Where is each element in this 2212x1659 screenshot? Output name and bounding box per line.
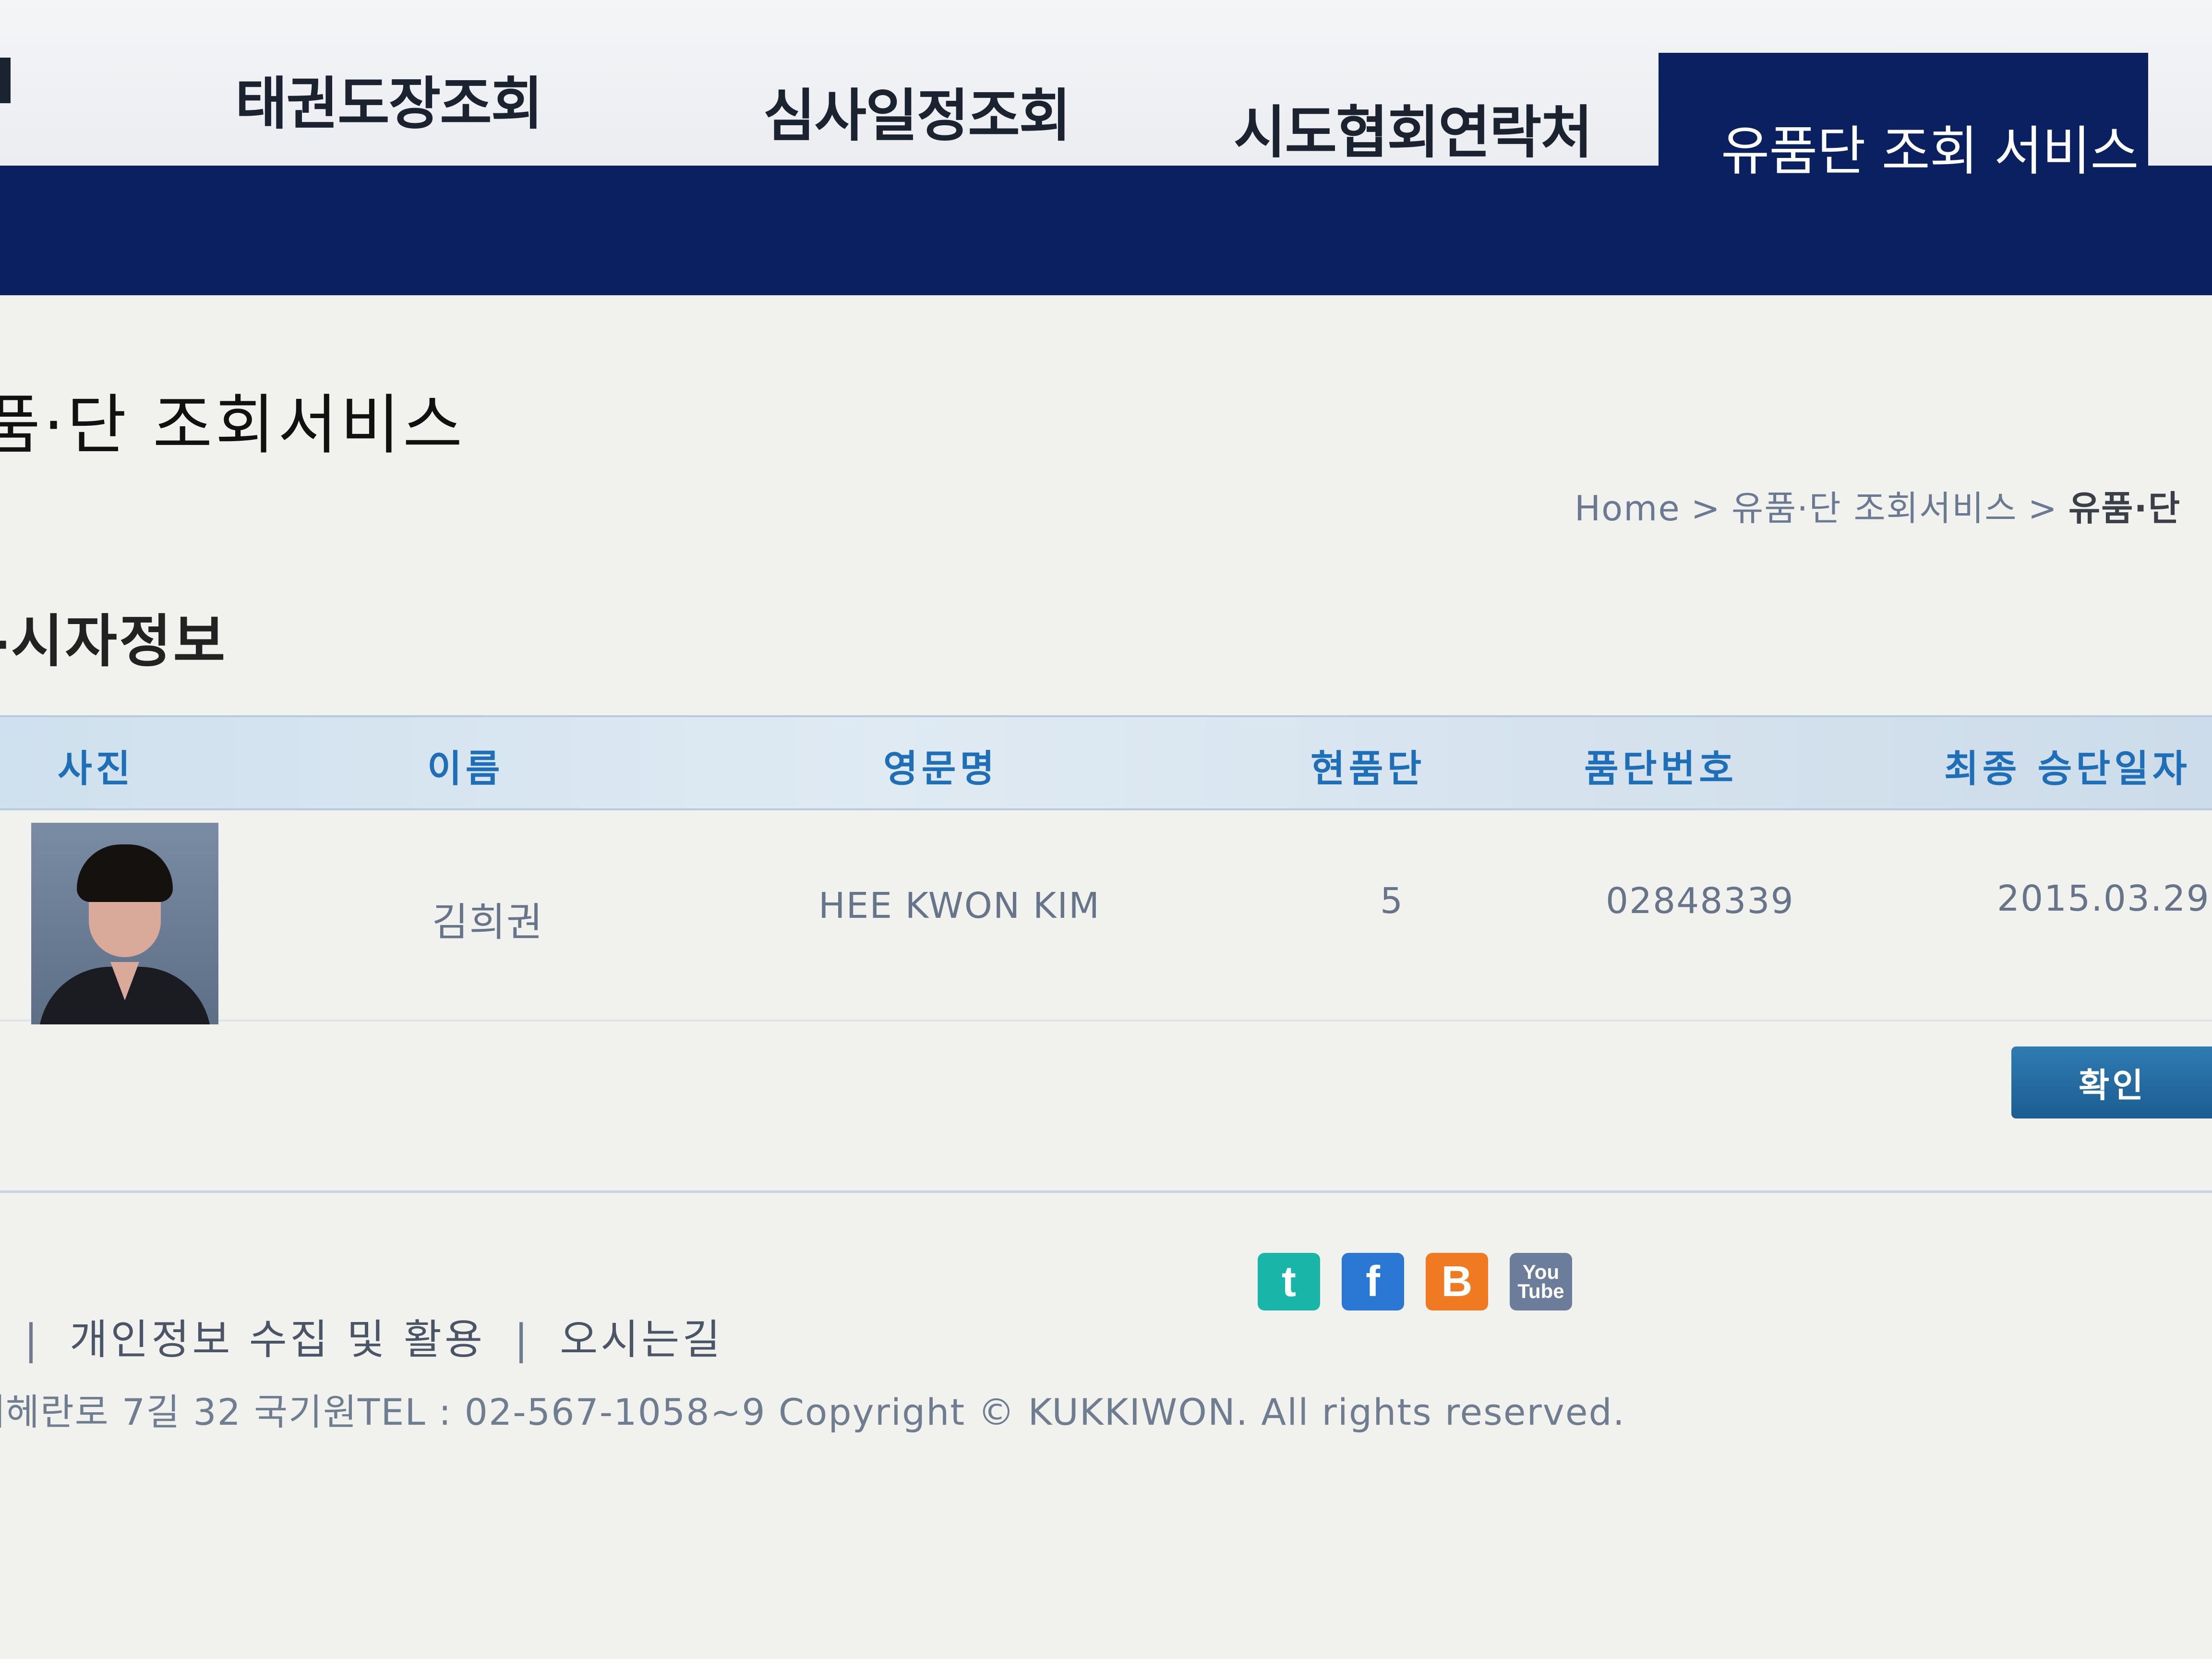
column-header-rank-number: 품단번호 [1584,747,1738,791]
breadcrumb: Home > 유품·단 조회서비스 > 유품·단 [1575,480,2181,530]
cell-english-name: HEE KWON KIM [818,885,1101,926]
column-header-photo: 사진 [58,747,134,791]
footer-separator: | [24,1316,41,1364]
nav-active-label: 유품단 조회 서비스 [1721,120,2139,182]
column-header-name: 이름 [427,747,504,791]
blog-icon[interactable]: B [1426,1253,1488,1310]
confirm-button-label: 확인 [2079,1065,2146,1105]
chevron-right-icon: > [2028,488,2058,529]
nav-item-exam-schedule[interactable]: 심사일정조회 [763,70,1071,152]
youtube-icon[interactable]: You Tube [1510,1253,1572,1310]
section-title: -시자정보 [0,608,228,674]
breadcrumb-home[interactable]: Home [1575,488,1681,529]
footer-address: 테헤란로 7길 32 국기원TEL : 02-567-1058~9 Copyri… [0,1391,1625,1433]
confirm-button[interactable]: 확인 [2011,1046,2212,1118]
twitter-icon[interactable]: t [1258,1253,1320,1310]
member-photo [31,823,218,1024]
chevron-right-icon: > [1691,488,1721,529]
nav-item-rank-search-active[interactable]: 유품단 조회 서비스 [1659,53,2148,216]
breadcrumb-current: 유품·단 [2068,488,2181,529]
nav-item-association-contacts[interactable]: 시도협회연락처 [1234,86,1593,168]
nav-item-dojang-search[interactable]: 태권도장조회 [235,58,543,140]
cell-rank-number: 02848339 [1606,880,1794,922]
breadcrumb-rank-service[interactable]: 유품·단 조회서비스 [1731,488,2018,529]
nav-edge-marker [0,58,11,103]
footer-link-privacy[interactable]: 개인정보 수집 및 활용 [70,1316,485,1364]
cell-name: 김희권 [432,900,544,945]
footer-link-directions[interactable]: 오시는길 [560,1316,723,1364]
column-header-last-promotion-date: 최종 승단일자 [1944,747,2191,791]
cell-current-rank: 5 [1380,880,1404,922]
footer-separator: | [514,1316,531,1364]
table-row: 김희권 HEE KWON KIM 5 02848339 2015.03.29 [0,808,2212,1024]
facebook-icon[interactable]: f [1342,1253,1404,1310]
table-header: 사진 이름 영문명 현품단 품단번호 최종 승단일자 [0,715,2212,810]
cell-last-promotion-date: 2015.03.29 [1997,878,2210,919]
column-header-english-name: 영문명 [883,747,998,791]
footer-links: | 개인정보 수집 및 활용 | 오시는길 [0,1306,723,1366]
page-title: 품·단 조회서비스 [0,387,466,463]
column-header-current-rank: 현품단 [1310,747,1426,791]
footer-divider [0,1190,2212,1193]
